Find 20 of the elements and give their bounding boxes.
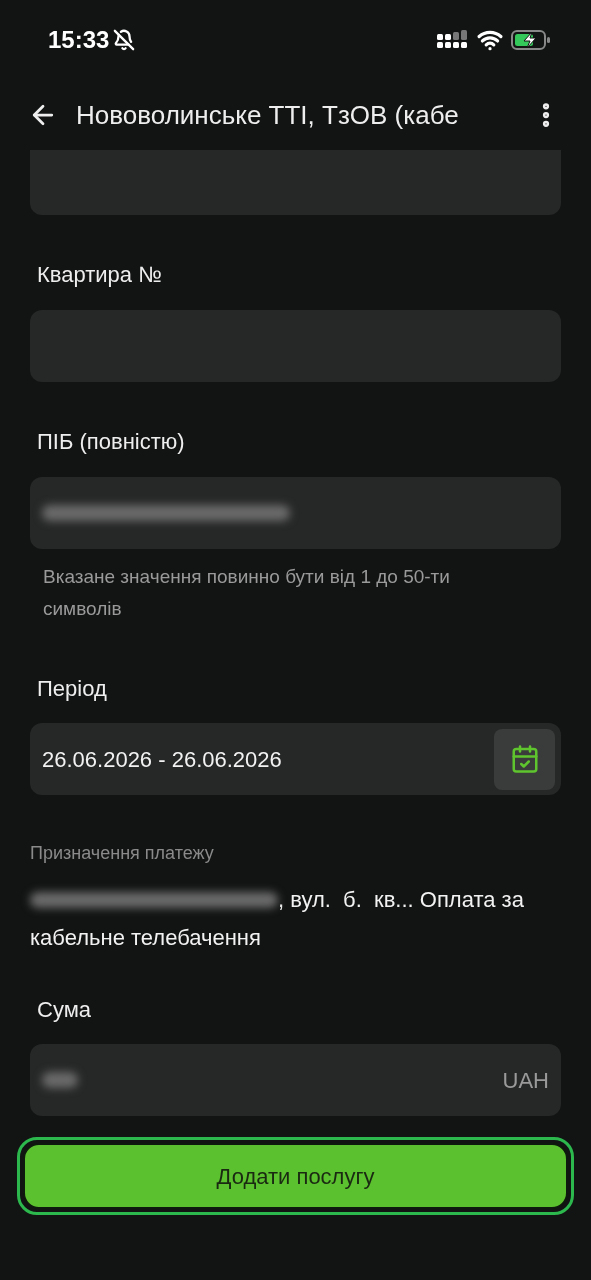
calendar-button[interactable] — [494, 728, 555, 790]
payment-purpose-text: , вул. б. кв... Оплата за — [278, 886, 524, 914]
bell-off-icon — [113, 29, 136, 51]
field-label: Період — [37, 675, 108, 703]
field-label: ПІБ (повністю) — [37, 428, 186, 456]
calendar-icon — [509, 744, 540, 774]
hint-text: Вказане значення повинно бути від 1 до 50-ти символів — [43, 565, 451, 621]
date-range-field[interactable]: 26.06.2026 - 26.06.2026 — [30, 723, 561, 795]
section-label: Призначення платежу — [30, 842, 215, 865]
payment-purpose-text: кабельне телебачення — [30, 924, 261, 952]
signal-icon — [437, 30, 469, 50]
field-label: Сума — [37, 996, 92, 1024]
page-title: Нововолинське ТТІ, ТзОВ (кабе — [76, 98, 460, 132]
add-service-button[interactable]: Додати послугу — [23, 1143, 568, 1209]
field-label: Квартира № — [37, 261, 163, 289]
currency-label: UAH — [502, 1066, 549, 1095]
status-time: 15:33 — [48, 25, 110, 55]
input-field[interactable] — [30, 477, 561, 549]
amount-field[interactable]: UAH — [30, 1044, 561, 1116]
battery-charging-icon — [511, 29, 551, 51]
